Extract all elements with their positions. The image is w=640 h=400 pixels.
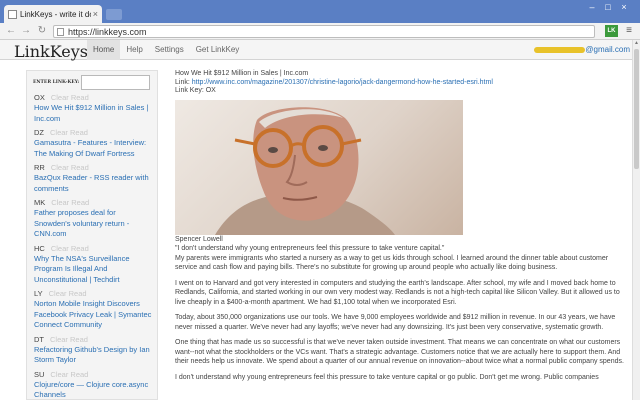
linkkey-sidebar: ENTER LINK-KEY: OX Clear Read How We Hit $… [26, 70, 158, 400]
browser-tabstrip: LinkKeys - write it down n × – □ × [0, 0, 640, 23]
article-paragraph: I went on to Harvard and got very intere… [175, 279, 620, 306]
linkkey-entry: MK Clear Read Father proposes deal for Sno… [27, 198, 157, 240]
clear-read-action[interactable]: Clear Read [51, 163, 89, 172]
article-linkkey: Link Key: OX [175, 87, 216, 94]
clear-read-action[interactable]: Clear Read [51, 198, 89, 207]
linkkey-entry-link[interactable]: Clojure/core — Clojure core.async Channe… [34, 380, 153, 400]
linkkey-entry: LY Clear Read Norton Mobile Insight Discov… [27, 289, 157, 331]
clear-read-action[interactable]: Clear Read [51, 244, 89, 253]
linkkey-entry-link[interactable]: Gamasutra - Features - Interview: The Ma… [34, 138, 153, 159]
article-paragraph: My parents were immigrants who started a… [175, 254, 609, 272]
nav-home[interactable]: Home [87, 40, 121, 60]
article-paragraph: Today, about 350,000 organizations use o… [175, 314, 616, 331]
article-photo [175, 99, 463, 235]
linkkey-entry-header: DZ Clear Read [34, 128, 153, 138]
maximize-icon[interactable]: □ [601, 2, 615, 12]
linkkey-entry: DT Clear Read Refactoring Github's Design … [27, 335, 157, 366]
article: How We Hit $912 Million in Sales | Inc.c… [175, 70, 630, 382]
clear-read-action[interactable]: Clear Read [49, 289, 87, 298]
linkkey-input[interactable] [81, 75, 151, 90]
portrait-illustration [215, 106, 395, 235]
user-email[interactable]: @gmail.com [534, 45, 630, 54]
linkkey-entry: DZ Clear Read Gamasutra - Features - Inter… [27, 128, 157, 159]
clear-read-action[interactable]: Clear Read [51, 93, 89, 102]
linkkey-entry-header: SU Clear Read [34, 370, 153, 380]
linkkey-entry-header: HC Clear Read [34, 244, 153, 254]
article-link[interactable]: http://www.inc.com/magazine/201307/chris… [192, 79, 493, 86]
clear-read-action[interactable]: Clear Read [50, 128, 88, 137]
minimize-icon[interactable]: – [585, 2, 599, 12]
article-paragraph: I don't understand why young entrepreneu… [175, 373, 599, 381]
linkkey-code: DT [34, 334, 44, 344]
linkkey-entry-link[interactable]: BazQux Reader - RSS reader with comments [34, 173, 153, 194]
address-bar[interactable]: https://linkkeys.com [53, 25, 595, 38]
linkkey-entry-header: DT Clear Read [34, 335, 153, 345]
linkkey-entry-header: OX Clear Read [34, 93, 153, 103]
linkkey-entry: HC Clear Read Why The NSA's Surveillance P… [27, 244, 157, 286]
linkkey-entry: OX Clear Read How We Hit $912 Million in S… [27, 93, 157, 124]
linkkey-list: OX Clear Read How We Hit $912 Million in S… [27, 93, 157, 400]
article-quote: "I don't understand why young entreprene… [175, 245, 445, 252]
redaction-mark [534, 46, 586, 53]
page-icon [57, 27, 64, 36]
linkkey-code: LY [34, 289, 43, 298]
linkkey-code: OX [34, 93, 45, 102]
linkkey-code: MK [34, 198, 46, 207]
linkkey-entry: RR Clear Read BazQux Reader - RSS reader w… [27, 163, 157, 194]
linkkey-code: RR [34, 163, 45, 172]
scroll-thumb[interactable] [634, 49, 639, 169]
linkkeys-extension-icon[interactable]: LK [605, 25, 618, 37]
app-navbar: LinkKeys Home Help Settings Get LinkKey … [0, 40, 632, 61]
browser-toolbar: ← → ↻ https://linkkeys.com LK ≡ [0, 23, 640, 40]
scroll-up-icon[interactable]: ▲ [633, 40, 640, 48]
linkkey-entry: SU Clear Read Clojure/core — Clojure core.… [27, 370, 157, 400]
nav-settings[interactable]: Settings [149, 40, 190, 60]
page-icon [8, 9, 17, 19]
article-paragraph: One thing that has made us so successful… [175, 339, 624, 365]
enter-linkkey-label: ENTER LINK-KEY: [33, 80, 80, 85]
linkkey-entry-link[interactable]: Why The NSA's Surveillance Program Is Il… [34, 254, 153, 286]
article-title: How We Hit $912 Million in Sales | Inc.c… [175, 70, 309, 77]
article-link-line: Link: http://www.inc.com/magazine/201307… [175, 79, 630, 88]
close-tab-icon[interactable]: × [93, 9, 98, 19]
browser-tab[interactable]: LinkKeys - write it down n × [4, 5, 102, 23]
clear-read-action[interactable]: Clear Read [50, 335, 88, 344]
clear-read-action[interactable]: Clear Read [50, 370, 88, 379]
nav-help[interactable]: Help [120, 40, 148, 60]
page-scrollbar[interactable]: ▲ [632, 40, 640, 400]
tab-title: LinkKeys - write it down n [20, 9, 91, 19]
close-window-icon[interactable]: × [617, 2, 631, 12]
link-label: Link: [175, 78, 190, 86]
linkkey-entry-link[interactable]: How We Hit $912 Million in Sales | Inc.c… [34, 103, 153, 124]
linkkey-entry-header: LY Clear Read [34, 289, 153, 299]
linkkey-entry-header: RR Clear Read [34, 163, 153, 173]
main-nav: Home Help Settings Get LinkKey [87, 40, 245, 60]
address-url: https://linkkeys.com [68, 26, 147, 37]
linkkey-entry-link[interactable]: Father proposes deal for Snowden's volun… [34, 208, 153, 240]
reload-icon[interactable]: ↻ [36, 25, 48, 37]
linkkey-entry-header: MK Clear Read [34, 198, 153, 208]
linkkey-code: HC [34, 243, 45, 253]
linkkey-code: DZ [34, 128, 44, 137]
linkkey-entry-link[interactable]: Norton Mobile Insight Discovers Facebook… [34, 299, 153, 331]
linkkey-code: SU [34, 369, 45, 379]
new-tab-button[interactable] [106, 9, 122, 20]
linkkey-entry-link[interactable]: Refactoring Github's Design by Ian Storm… [34, 345, 153, 366]
nav-get-linkkey[interactable]: Get LinkKey [190, 40, 246, 60]
brand-logo[interactable]: LinkKeys [14, 42, 88, 61]
browser-menu-icon[interactable]: ≡ [624, 25, 634, 37]
photo-credit: Spencer Lowell [175, 235, 223, 243]
back-arrow-icon[interactable]: ← [5, 25, 17, 37]
forward-arrow-icon[interactable]: → [20, 25, 32, 37]
enter-linkkey-row: ENTER LINK-KEY: [27, 71, 157, 90]
